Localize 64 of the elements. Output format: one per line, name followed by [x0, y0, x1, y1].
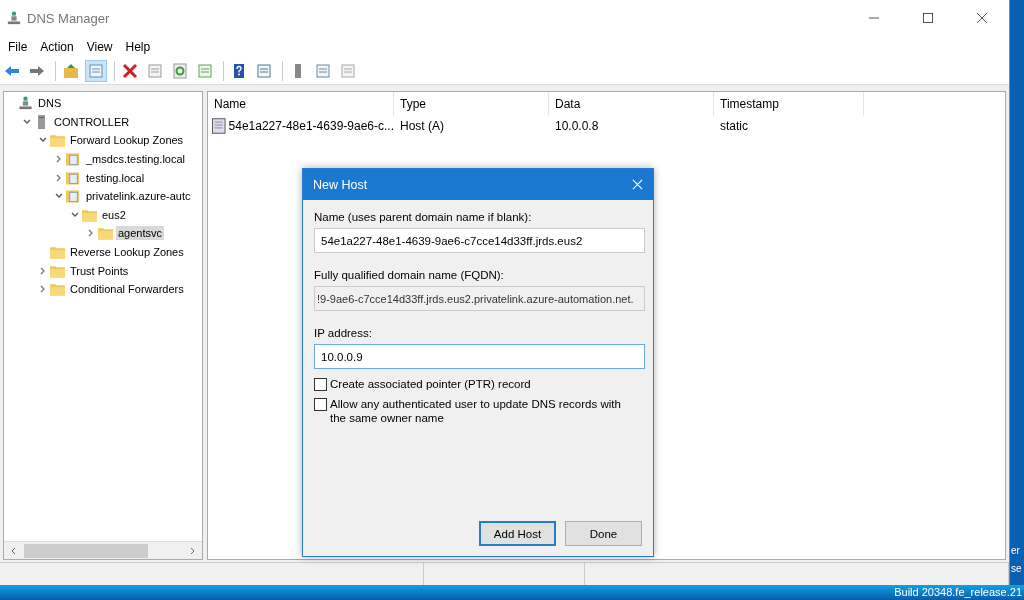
column-header[interactable]: Timestamp [714, 92, 864, 116]
zone-file-icon [66, 170, 81, 185]
folder-icon [50, 263, 65, 278]
export-list-icon [197, 62, 213, 79]
checkbox-label[interactable]: Allow any authenticated user to update DNS records with the same owner name [330, 397, 640, 425]
tree-item[interactable]: DNS [36, 96, 64, 111]
list-icon [315, 62, 331, 79]
table-cell: 54e1a227-48e1-4639-9ae6-c... [228, 119, 394, 133]
tree-item[interactable]: testing.local [84, 170, 147, 185]
table-cell: 10.0.0.8 [555, 119, 599, 133]
folder-up-icon [63, 62, 79, 79]
field-label: Name (uses parent domain name if blank): [314, 211, 533, 223]
name-field[interactable]: 54e1a227-48e1-4639-9ae6-c7cce14d33ff.jrds.eus2 [314, 228, 645, 253]
menu-item[interactable]: Help [119, 39, 158, 54]
column-header[interactable]: Name [208, 92, 394, 116]
menu-item[interactable]: View [80, 39, 120, 54]
checkbox-label[interactable]: Create associated pointer (PTR) record [330, 377, 640, 391]
table-cell: Host (A) [400, 119, 444, 133]
tree-item[interactable]: Conditional Forwarders [68, 282, 186, 297]
tree-item[interactable]: agentsvc [116, 226, 165, 241]
folder-icon [82, 207, 97, 222]
delete-icon [122, 62, 138, 79]
close-icon[interactable] [632, 179, 643, 190]
dialog-button[interactable]: Add Host [479, 521, 556, 546]
tree-item[interactable]: Reverse Lookup Zones [68, 245, 186, 260]
folder-icon [98, 226, 113, 241]
folder-icon [50, 133, 65, 148]
pane-icon [256, 62, 272, 79]
window-title: DNS Manager [27, 10, 110, 26]
tree-item[interactable]: _msdcs.testing.local [84, 152, 188, 167]
menu-item[interactable]: File [2, 39, 35, 54]
dialog-title: New Host [313, 177, 368, 192]
checkbox[interactable] [314, 398, 327, 411]
table-cell: static [720, 119, 748, 133]
copy-icon [340, 62, 356, 79]
ip-address-field[interactable]: 10.0.0.9 [314, 344, 645, 369]
tree-item[interactable]: CONTROLLER [52, 114, 132, 129]
console-tree-icon [88, 62, 104, 79]
fqdn-field: !9-9ae6-c7cce14d33ff.jrds.eus2.privatelink.azure-automation.net. [314, 286, 645, 311]
horizontal-scrollbar[interactable] [4, 541, 202, 559]
dns-server-icon [7, 10, 21, 26]
tree-item[interactable]: Trust Points [68, 263, 131, 278]
checkbox[interactable] [314, 378, 327, 391]
record-icon [212, 118, 226, 134]
column-header[interactable]: Type [394, 92, 549, 116]
desktop-text: Build 20348.fe_release.21 [894, 586, 1022, 598]
dialog-button[interactable]: Done [565, 521, 642, 546]
desktop-text: er [1011, 545, 1020, 556]
field-label: IP address: [314, 327, 373, 339]
zone-file-icon [66, 152, 81, 167]
field-label: Fully qualified domain name (FQDN): [314, 269, 505, 281]
column-header[interactable]: Data [549, 92, 714, 116]
folder-icon [50, 245, 65, 260]
menu-item[interactable]: Action [34, 39, 81, 54]
zone-file-icon [66, 189, 81, 204]
tree-item[interactable]: eus2 [100, 207, 128, 222]
tree-item[interactable]: privatelink.azure-autc [84, 189, 193, 204]
desktop-text: se [1011, 563, 1022, 574]
folder-icon [50, 282, 65, 297]
tree-item[interactable]: Forward Lookup Zones [68, 133, 186, 148]
refresh-icon [172, 62, 188, 79]
properties-icon [147, 62, 163, 79]
help-icon [231, 62, 247, 79]
dns-server-icon [18, 96, 33, 111]
